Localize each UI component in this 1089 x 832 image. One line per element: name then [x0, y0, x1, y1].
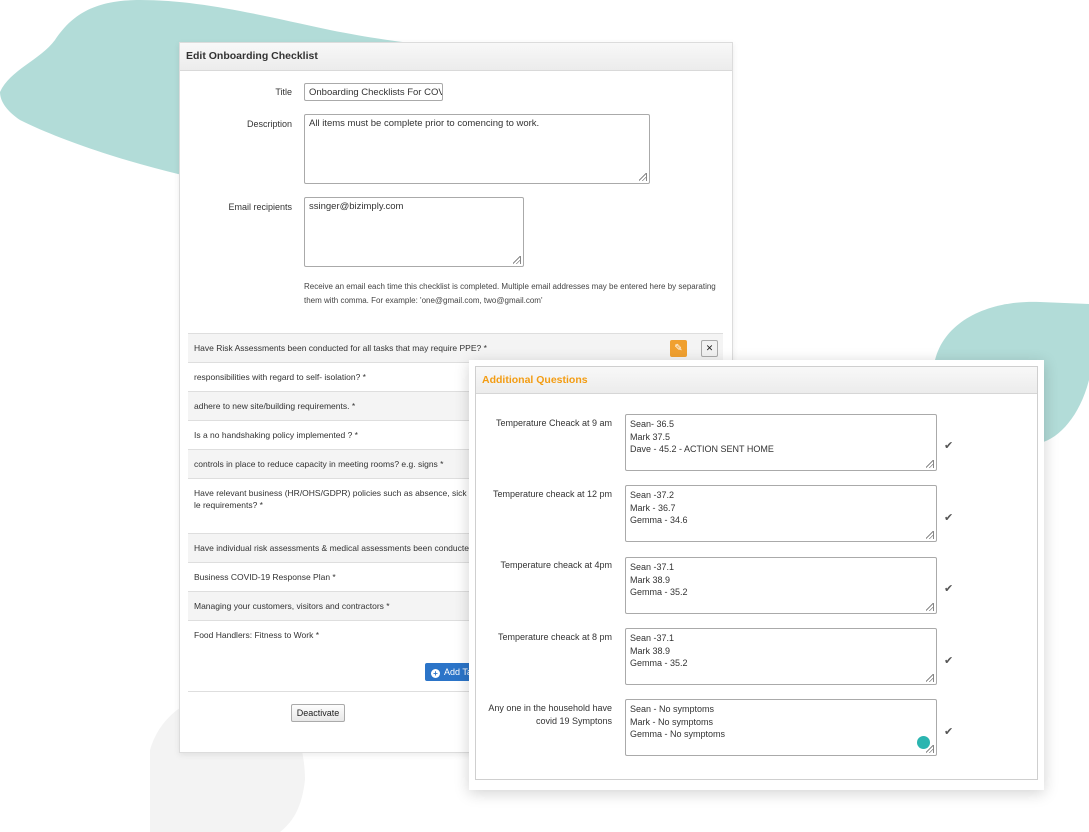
answer-textarea[interactable]: Sean -37.2 Mark - 36.7 Gemma - 34.6 — [625, 485, 937, 542]
question-text: Have Risk Assessments been conducted for… — [194, 343, 487, 353]
question-text: Business COVID-19 Response Plan * — [194, 572, 336, 582]
question-text: adhere to new site/building requirements… — [194, 401, 356, 411]
checkmark-icon: ✔ — [944, 512, 954, 524]
question-text: responsibilities with regard to self- is… — [194, 372, 366, 382]
resize-grip-icon[interactable] — [926, 745, 934, 753]
answer-line: Mark 38.9 — [630, 574, 671, 585]
answer-line: Sean -37.1 — [630, 633, 675, 643]
answer-textarea[interactable]: Sean- 36.5 Mark 37.5 Dave - 45.2 - ACTIO… — [625, 414, 937, 471]
additional-questions-panel: Additional Questions Temperature Cheack … — [469, 360, 1044, 790]
description-label: Description — [246, 119, 292, 129]
question-label: Temperature cheack at 8 pm — [497, 632, 612, 642]
question-label: Temperature cheack at 12 pm — [492, 489, 612, 499]
question-label: Temperature cheack at 4pm — [500, 560, 612, 570]
panel-title: Edit Onboarding Checklist — [180, 43, 732, 71]
resize-grip-icon[interactable] — [926, 674, 934, 682]
answer-line: Dave - 45.2 - ACTION SENT HOME — [630, 444, 774, 454]
question-text: Have individual risk assessments & medic… — [194, 543, 469, 553]
resize-grip-icon[interactable] — [639, 173, 647, 181]
pencil-icon: ✎ — [674, 343, 683, 354]
plus-icon: + — [431, 669, 440, 678]
answer-line: Sean - No symptoms — [630, 704, 715, 714]
question-text: controls in place to reduce capacity in … — [194, 459, 444, 469]
additional-questions-title: Additional Questions — [476, 367, 1037, 394]
description-text: All items must be complete prior to come… — [309, 118, 540, 129]
question-label: Any one in the household have covid 19 S… — [488, 703, 612, 726]
deactivate-button[interactable]: Deactivate — [291, 704, 345, 722]
answer-line: Gemma - 35.2 — [630, 587, 688, 597]
answer-line: Sean -37.2 — [630, 490, 675, 500]
answer-line: Sean -37.1 — [630, 562, 675, 572]
checkmark-icon: ✔ — [944, 583, 954, 595]
title-label: Title — [275, 87, 292, 97]
resize-grip-icon[interactable] — [513, 256, 521, 264]
resize-grip-icon[interactable] — [926, 531, 934, 539]
question-text: Have relevant business (HR/OHS/GDPR) pol… — [194, 488, 467, 510]
answer-line: Mark - No symptoms — [630, 716, 714, 727]
answer-textarea[interactable]: Sean -37.1 Mark 38.9 Gemma - 35.2 — [625, 557, 937, 614]
question-row[interactable]: Have Risk Assessments been conducted for… — [188, 333, 723, 362]
edit-question-button[interactable]: ✎ — [670, 340, 687, 357]
email-label: Email recipients — [228, 202, 292, 212]
answer-textarea[interactable]: Sean -37.1 Mark 38.9 Gemma - 35.2 — [625, 628, 937, 685]
question-label: Temperature Cheack at 9 am — [495, 418, 612, 428]
checkmark-icon: ✔ — [944, 655, 954, 667]
add-task-label: Add Ta — [444, 667, 472, 677]
answer-line: Gemma - No symptoms — [630, 729, 726, 739]
answer-line: Mark 37.5 — [630, 431, 671, 442]
checkmark-icon: ✔ — [944, 440, 954, 452]
resize-grip-icon[interactable] — [926, 603, 934, 611]
email-text: ssinger@bizimply.com — [309, 201, 404, 212]
checkmark-icon: ✔ — [944, 726, 954, 738]
delete-question-button[interactable]: ✕ — [701, 340, 718, 357]
question-text: Food Handlers: Fitness to Work * — [194, 630, 320, 640]
answer-line: Gemma - 34.6 — [630, 515, 688, 525]
question-text: Is a no handshaking policy implemented ?… — [194, 430, 358, 440]
question-text: Managing your customers, visitors and co… — [194, 601, 390, 611]
additional-questions-box: Additional Questions Temperature Cheack … — [475, 366, 1038, 780]
answer-line: Sean- 36.5 — [630, 419, 675, 429]
email-help-text: Receive an email each time this checklis… — [304, 282, 716, 305]
answer-textarea[interactable]: Sean - No symptoms Mark - No symptoms Ge… — [625, 699, 937, 756]
email-recipients-textarea[interactable]: ssinger@bizimply.com — [304, 197, 524, 267]
answer-line: Mark 38.9 — [630, 645, 671, 656]
resize-grip-icon[interactable] — [926, 460, 934, 468]
title-input[interactable]: Onboarding Checklists For COVI — [304, 83, 443, 101]
answer-line: Gemma - 35.2 — [630, 658, 688, 668]
close-icon: ✕ — [705, 343, 714, 353]
description-textarea[interactable]: All items must be complete prior to come… — [304, 114, 650, 184]
answer-line: Mark - 36.7 — [630, 502, 676, 513]
